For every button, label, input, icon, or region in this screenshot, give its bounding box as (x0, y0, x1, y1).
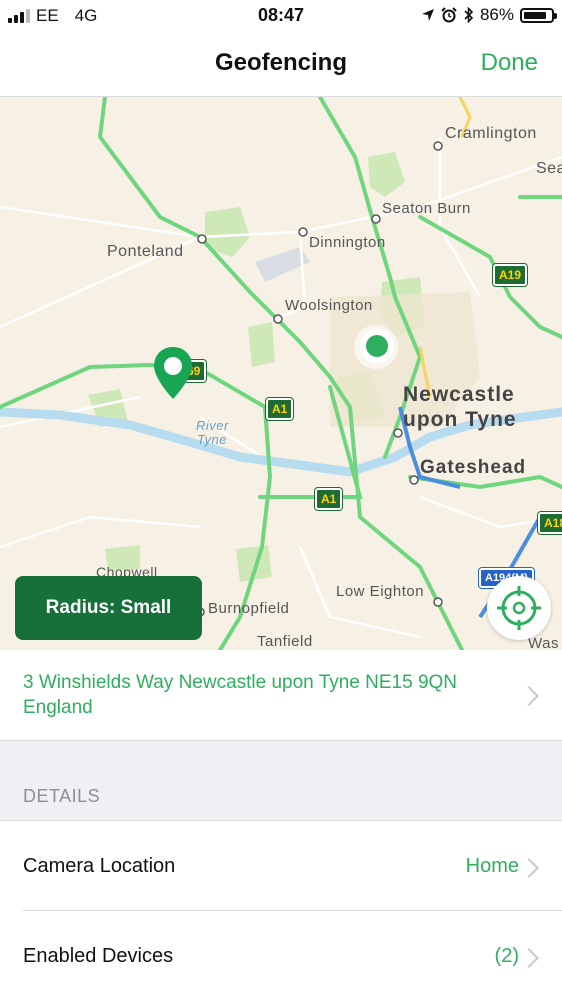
map-graphics (0, 97, 562, 650)
map-label-newcastle-line2: upon Tyne (403, 408, 517, 431)
battery-icon (520, 7, 557, 23)
enabled-devices-label: Enabled Devices (23, 945, 174, 967)
map-label-woolsington: Woolsington (285, 297, 373, 314)
details-section-header: DETAILS (0, 741, 562, 821)
road-shield-a1-south: A1 (313, 487, 344, 511)
geofence-pin-icon[interactable] (152, 345, 194, 401)
map-label-burnopfield: Burnopfield (208, 600, 290, 617)
camera-location-value: Home (465, 855, 519, 877)
road-shield-a1-north: A1 (264, 397, 295, 421)
map-label-low-eighton: Low Eighton (336, 583, 425, 600)
radius-button[interactable]: Radius: Small (15, 576, 202, 640)
chevron-right-icon (519, 948, 539, 968)
status-right: 86% (421, 5, 557, 25)
locate-button[interactable] (487, 576, 551, 640)
battery-percent: 86% (479, 5, 514, 24)
crosshair-icon (497, 586, 541, 630)
chevron-right-icon (519, 858, 539, 878)
camera-location-row[interactable]: Camera Location Home (0, 821, 562, 911)
map-label-river: River (196, 418, 229, 433)
road-shield-a19: A19 (491, 263, 529, 287)
alarm-icon (441, 7, 457, 23)
map-label-dinnington: Dinnington (309, 234, 386, 251)
details-header: DETAILS (23, 786, 101, 806)
camera-location-label: Camera Location (23, 855, 176, 877)
map-label-newcastle-line1: Newcastle (403, 383, 515, 406)
map-view[interactable]: Cramlington Sea Seaton Burn Ponteland Di… (0, 97, 562, 650)
address-text: 3 Winshields Way Newcastle upon Tyne NE1… (23, 672, 458, 718)
bluetooth-icon (464, 7, 474, 23)
chevron-right-icon (519, 686, 539, 706)
battery-fill (524, 11, 547, 19)
status-bar: EE 4G 08:47 86% (0, 0, 562, 32)
page-title: Geofencing (214, 49, 347, 76)
map-label-sea: Sea (536, 160, 562, 177)
road-shield-a18: A18 (536, 511, 562, 535)
location-arrow-icon (421, 9, 434, 21)
map-label-ponteland: Ponteland (107, 243, 184, 260)
map-label-seaton-burn: Seaton Burn (382, 200, 471, 217)
navigation-bar: Geofencing Done (0, 32, 562, 97)
map-label-cramlington: Cramlington (445, 125, 537, 142)
enabled-devices-row[interactable]: Enabled Devices (2) (0, 911, 562, 1001)
map-label-tanfield: Tanfield (257, 633, 313, 650)
enabled-devices-value: (2) (494, 945, 519, 967)
current-location-dot-icon (360, 329, 394, 363)
done-button[interactable]: Done (481, 49, 538, 77)
map-label-tyne: Tyne (197, 432, 227, 447)
map-label-gateshead: Gateshead (420, 457, 527, 478)
address-row[interactable]: 3 Winshields Way Newcastle upon Tyne NE1… (0, 650, 562, 741)
